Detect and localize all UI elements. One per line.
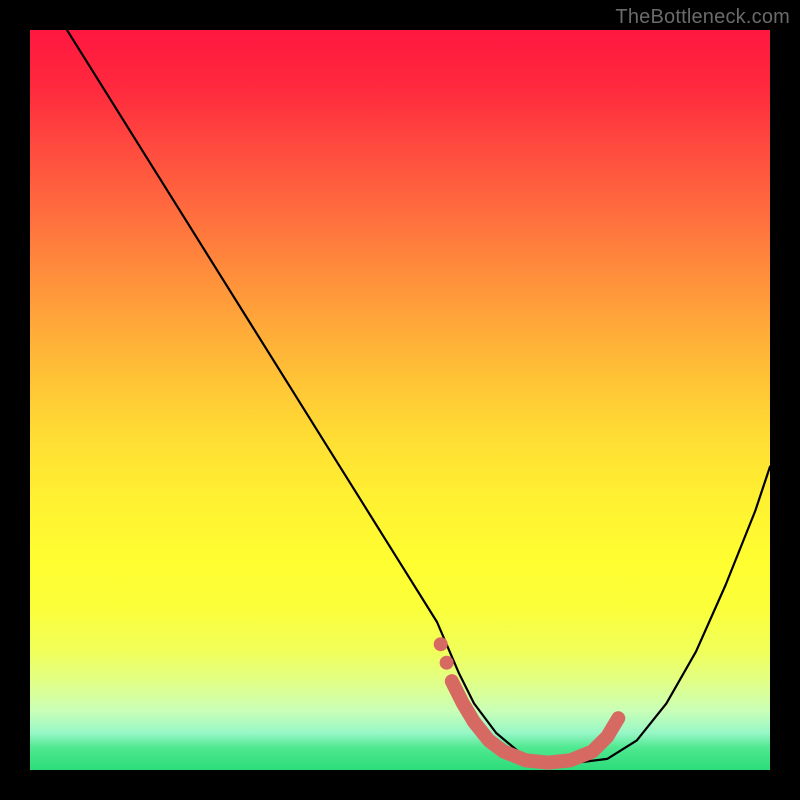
watermark-text: TheBottleneck.com: [615, 6, 790, 29]
highlight-segment-line: [452, 681, 619, 762]
bottleneck-chart: [30, 30, 770, 770]
highlight-dot-upper: [434, 637, 448, 651]
highlight-dot-lower: [440, 656, 454, 670]
chart-gradient-area: [30, 30, 770, 770]
bottleneck-curve-line: [67, 30, 770, 763]
